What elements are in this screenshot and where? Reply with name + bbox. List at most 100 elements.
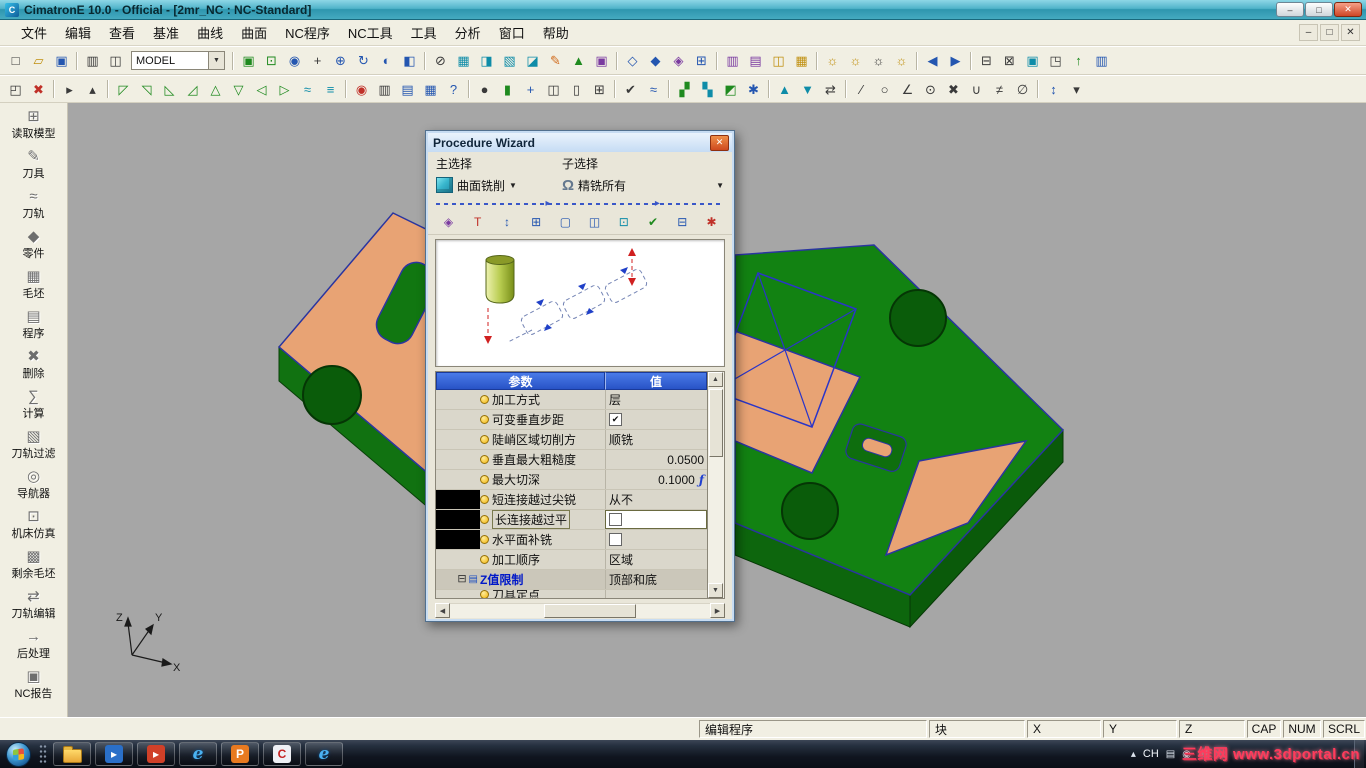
ie-icon[interactable]: e (179, 742, 217, 766)
param-row[interactable]: 陡峭区域切削方 顺铣 (436, 430, 707, 450)
selection-filter-icon[interactable]: ◰ (4, 78, 27, 100)
mdi-restore-button[interactable]: □ (1320, 24, 1339, 41)
checkbox[interactable] (609, 513, 622, 526)
toolbar-icon[interactable]: ⇄ (819, 78, 842, 100)
toolbar-icon[interactable]: ≠ (988, 78, 1011, 100)
collapse-icon[interactable]: ⊟ (457, 574, 466, 585)
z-levels-icon[interactable]: ↕ (496, 212, 517, 233)
menu-item-3[interactable]: 查看 (100, 21, 144, 44)
pick-icon[interactable]: ▸ (58, 78, 81, 100)
light3-icon[interactable]: ☼ (890, 50, 913, 72)
sub-select-combo[interactable]: 精铣所有 ▼ (562, 177, 724, 194)
value-cell[interactable]: 顶部和底 (605, 570, 707, 589)
clip-plane-icon[interactable]: ⊘ (429, 50, 452, 72)
scroll-left-icon[interactable] (435, 603, 450, 618)
horizontal-scrollbar[interactable] (435, 603, 725, 618)
taskbar-grip[interactable] (39, 744, 47, 764)
arrange-icon[interactable]: ▣ (1021, 50, 1044, 72)
menu-item-10[interactable]: 分析 (446, 21, 490, 44)
menu-item-12[interactable]: 帮助 (534, 21, 578, 44)
toolbar-icon[interactable]: ▽ (227, 78, 250, 100)
scroll-up-icon[interactable] (708, 372, 723, 387)
sidebar-item[interactable]: ◎ 导航器 (0, 465, 67, 505)
toolbar-icon[interactable]: ⊙ (919, 78, 942, 100)
surface-icon[interactable]: ▲ (567, 50, 590, 72)
param-row[interactable]: 长连接越过平 (436, 510, 707, 530)
toolbar-icon[interactable]: ▾ (1065, 78, 1088, 100)
toolbar-icon[interactable]: ≡ (319, 78, 342, 100)
sidebar-item[interactable]: ▩ 剩余毛坯 (0, 545, 67, 585)
menu-item-1[interactable]: 文件 (12, 21, 56, 44)
menu-item-11[interactable]: 窗口 (490, 21, 534, 44)
new-file-icon[interactable]: □ (4, 50, 27, 72)
previous-icon[interactable]: ◀ (921, 50, 944, 72)
toolbar-icon[interactable]: ▚ (696, 78, 719, 100)
value-cell[interactable]: 顺铣 (605, 430, 707, 449)
sidebar-item[interactable]: ≈ 刀轨 (0, 185, 67, 225)
model-combo[interactable]: MODEL ▼ (131, 51, 225, 70)
language-indicator[interactable]: CH (1143, 748, 1159, 760)
toolbar-icon[interactable]: ◹ (135, 78, 158, 100)
sidebar-item[interactable]: ∑ 计算 (0, 385, 67, 425)
param-column-header[interactable]: 参数 (436, 372, 605, 390)
pick-chain-icon[interactable]: ▴ (81, 78, 104, 100)
toolbar-icon[interactable]: ◫ (542, 78, 565, 100)
formula-icon[interactable]: ƒ (699, 473, 704, 487)
main-dropdown-arrow-icon[interactable]: ▼ (509, 181, 517, 190)
angle-icon[interactable]: ∠ (896, 78, 919, 100)
zoom-window-icon[interactable]: ⊡ (260, 50, 283, 72)
value-cell[interactable] (605, 590, 707, 598)
mold-plate-right[interactable] (713, 244, 1065, 629)
toolbar-icon[interactable]: △ (204, 78, 227, 100)
view-mode-icon[interactable]: ◧ (398, 50, 421, 72)
properties-icon[interactable]: ▥ (1090, 50, 1113, 72)
pan-icon[interactable]: + (306, 50, 329, 72)
sidebar-item[interactable]: ◆ 零件 (0, 225, 67, 265)
value-cell[interactable] (605, 510, 707, 529)
annotate-icon[interactable]: ✎ (544, 50, 567, 72)
program-manager-icon[interactable]: ▥ (721, 50, 744, 72)
toolbar-icon[interactable]: + (519, 78, 542, 100)
menu-item-4[interactable]: 基准 (144, 21, 188, 44)
light-icon[interactable]: ☼ (821, 50, 844, 72)
simulate-icon[interactable]: ⊡ (613, 212, 634, 233)
horizontal-scroll-thumb[interactable] (543, 604, 636, 618)
scroll-down-icon[interactable] (708, 583, 723, 598)
menu-item-9[interactable]: 工具 (402, 21, 446, 44)
menu-item-5[interactable]: 曲线 (188, 21, 232, 44)
clear-selection-icon[interactable]: ✖ (27, 78, 50, 100)
copy-icon[interactable]: ◫ (104, 50, 127, 72)
grid-icon[interactable]: ⊞ (690, 50, 713, 72)
toolbar-icon[interactable]: ▲ (773, 78, 796, 100)
rotate-view-icon[interactable]: ↻ (352, 50, 375, 72)
value-cell[interactable]: 从不 (605, 490, 707, 509)
toolbar-icon[interactable]: ≈ (642, 78, 665, 100)
toolbar-icon[interactable]: ∪ (965, 78, 988, 100)
browser-icon[interactable]: e (305, 742, 343, 766)
bore-hole-top[interactable] (889, 289, 947, 347)
param-row[interactable]: 加工顺序 区域 (436, 550, 707, 570)
toolbar-icon[interactable]: ▞ (673, 78, 696, 100)
zoom-all-icon[interactable]: ⊕ (329, 50, 352, 72)
close-button[interactable]: ✕ (1334, 2, 1362, 17)
sidebar-item[interactable]: ⊡ 机床仿真 (0, 505, 67, 545)
scroll-right-icon[interactable] (710, 603, 725, 618)
minimize-button[interactable]: – (1276, 2, 1304, 17)
sidebar-item[interactable]: → 后处理 (0, 625, 67, 665)
wireframe-icon[interactable]: ▦ (452, 50, 475, 72)
sidebar-item[interactable]: ▦ 毛坯 (0, 265, 67, 305)
validate-icon[interactable]: ✔ (619, 78, 642, 100)
parameters-icon[interactable]: ⊞ (526, 212, 547, 233)
sidebar-item[interactable]: ▤ 程序 (0, 305, 67, 345)
param-row[interactable]: 刀具定点 (436, 590, 707, 598)
light-off-icon[interactable]: ☼ (867, 50, 890, 72)
value-cell[interactable]: 0.1000 ƒ (605, 470, 707, 489)
toolbar-icon[interactable]: ▯ (565, 78, 588, 100)
print-icon[interactable]: ▥ (81, 50, 104, 72)
vertical-scroll-thumb[interactable] (709, 389, 723, 457)
toolbar-icon[interactable]: ◸ (112, 78, 135, 100)
up-icon[interactable]: ↑ (1067, 50, 1090, 72)
save-icon[interactable]: ▣ (50, 50, 73, 72)
execute-icon[interactable]: ✱ (701, 212, 722, 233)
cimatron-icon[interactable]: C (263, 742, 301, 766)
